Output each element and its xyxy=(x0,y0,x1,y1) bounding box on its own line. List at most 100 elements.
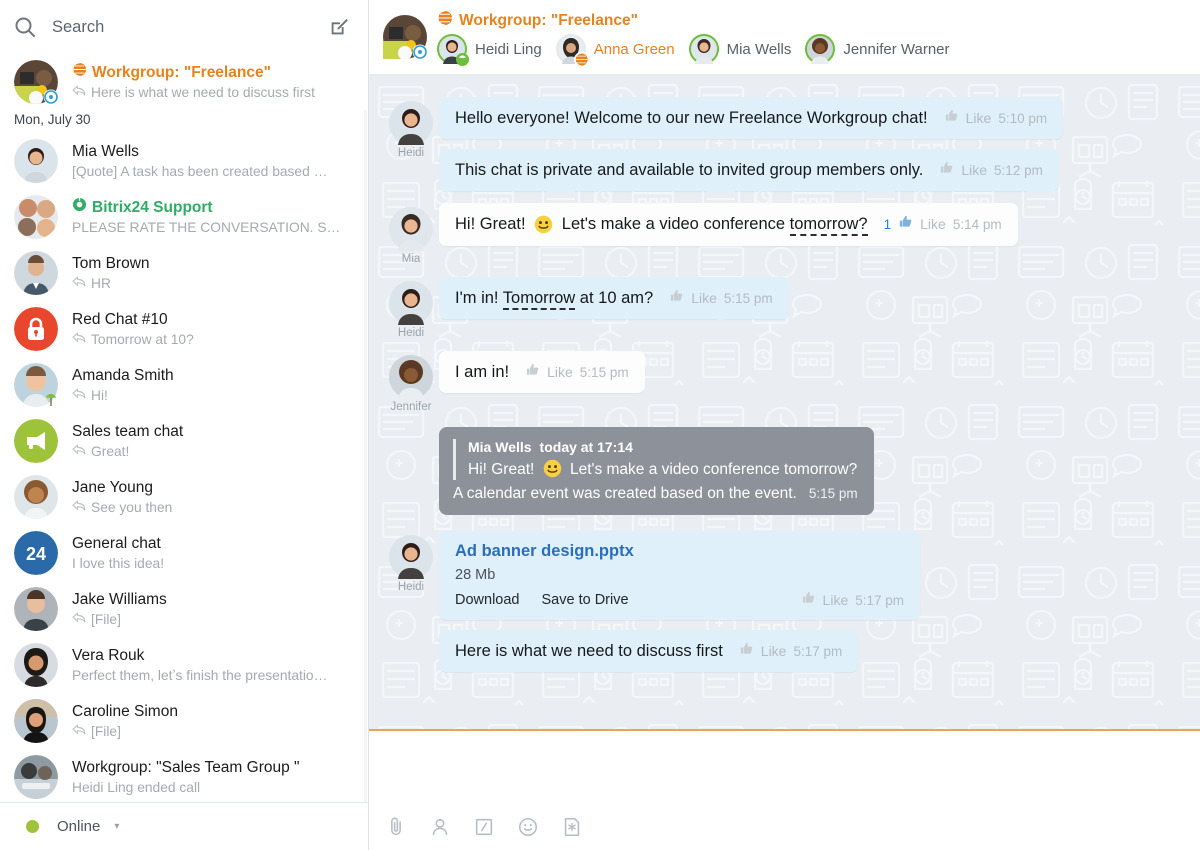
member-heidi-ling[interactable]: Heidi Ling xyxy=(437,34,542,64)
message-author: Jennifer xyxy=(391,401,432,413)
chat-list-item-title: Red Chat #10 xyxy=(72,310,354,330)
file-name-link[interactable]: Ad banner design.pptx xyxy=(455,542,904,561)
chat-list-item-subtitle: I love this idea! xyxy=(72,554,354,573)
like-icon[interactable] xyxy=(898,214,913,234)
message-time: 5:10 pm xyxy=(998,111,1047,126)
message-bubble[interactable]: I am in! Like 5:15 pm xyxy=(439,351,645,393)
avatar[interactable] xyxy=(389,207,433,251)
reply-arrow-icon xyxy=(72,442,86,461)
message-text-link[interactable]: Tomorrow xyxy=(503,289,575,310)
member-mia-wells[interactable]: Mia Wells xyxy=(689,34,792,64)
chat-list-item-subtitle: [File] xyxy=(72,722,354,741)
like-label[interactable]: Like xyxy=(961,162,987,178)
like-icon[interactable] xyxy=(801,590,816,610)
chat-list-item-tom-brown[interactable]: Tom Brown HR xyxy=(0,245,368,301)
mention-person-icon[interactable] xyxy=(427,814,453,840)
save-to-drive-link[interactable]: Save to Drive xyxy=(542,592,629,608)
quote-icon[interactable] xyxy=(471,814,497,840)
message-text: Here is what we need to discuss first xyxy=(455,640,723,662)
like-label[interactable]: Like xyxy=(823,592,849,608)
avatar[interactable] xyxy=(389,535,433,579)
message-composer[interactable] xyxy=(369,731,1200,850)
avatar[interactable] xyxy=(389,101,433,145)
like-label[interactable]: Like xyxy=(691,290,717,306)
avatar[interactable] xyxy=(389,355,433,399)
search-input[interactable]: Search xyxy=(52,18,326,37)
chat-list-item-title: Vera Rouk xyxy=(72,646,354,666)
chat-avatar[interactable] xyxy=(383,15,427,59)
quote-timestamp: today at 17:14 xyxy=(540,439,633,455)
message-bubble[interactable]: Hi! Great! Let's make a video conference… xyxy=(439,203,1018,246)
message-text-link[interactable]: tomorrow? xyxy=(790,215,868,236)
like-label[interactable]: Like xyxy=(920,216,946,232)
smiley-emoji xyxy=(534,214,553,236)
chat-list-item-title: Jake Williams xyxy=(72,590,354,610)
avatar[interactable] xyxy=(389,281,433,325)
status-bar[interactable]: Online ▾ xyxy=(0,802,368,850)
avatar xyxy=(14,587,58,631)
quote-system-block[interactable]: Mia Wellstoday at 17:14 Hi! Great! Let's… xyxy=(439,427,874,515)
chat-list-item-subtitle: HR xyxy=(72,274,354,293)
file-message-bubble[interactable]: Ad banner design.pptx 28 Mb Download Sav… xyxy=(439,531,920,620)
system-text: A calendar event was created based on th… xyxy=(453,485,797,503)
message-scroll[interactable]: Heidi Hello everyone! Welcome to our new… xyxy=(369,75,1200,729)
message-time: 5:14 pm xyxy=(953,217,1002,232)
chat-list-item-red-chat-10[interactable]: Red Chat #10 Tomorrow at 10? xyxy=(0,301,368,357)
message-time: 5:12 pm xyxy=(994,163,1043,178)
sticker-icon[interactable] xyxy=(559,814,585,840)
chat-list[interactable]: Workgroup: "Freelance" Here is what we n… xyxy=(0,54,368,802)
quote-header: Mia Wellstoday at 17:14 xyxy=(468,439,858,455)
sidebar-scrollbar[interactable] xyxy=(364,110,367,802)
chat-list-item-caroline-simon[interactable]: Caroline Simon [File] xyxy=(0,693,368,749)
attach-icon[interactable] xyxy=(383,814,409,840)
avatar xyxy=(689,34,719,64)
member-anna-green[interactable]: Anna Green xyxy=(556,34,675,64)
message-meta: 1 Like 5:14 pm xyxy=(884,214,1002,234)
download-link[interactable]: Download xyxy=(455,592,520,608)
chat-list-item-vera-rouk[interactable]: Vera Rouk Perfect them, letʼs finish the… xyxy=(0,637,368,693)
like-icon[interactable] xyxy=(944,108,959,128)
avatar xyxy=(437,34,467,64)
message-bubble[interactable]: Here is what we need to discuss first Li… xyxy=(439,630,858,672)
message-meta: Like 5:15 pm xyxy=(525,362,628,382)
chevron-down-icon[interactable]: ▾ xyxy=(114,821,119,832)
message-bubble[interactable]: Hello everyone! Welcome to our new Freel… xyxy=(439,97,1063,139)
message-text-part: Hi! Great! xyxy=(455,215,526,233)
avatar xyxy=(14,475,58,519)
message-group-jennifer: Jennifer I am in! Like 5:15 pm xyxy=(369,351,1200,413)
chat-list-item-jake-williams[interactable]: Jake Williams [File] xyxy=(0,581,368,637)
chat-list-item-workgroup-freelance[interactable]: Workgroup: "Freelance" Here is what we n… xyxy=(0,54,368,110)
like-icon[interactable] xyxy=(525,362,540,382)
like-icon[interactable] xyxy=(739,641,754,661)
like-label[interactable]: Like xyxy=(547,364,573,380)
message-bubble[interactable]: This chat is private and available to in… xyxy=(439,149,1059,191)
member-jennifer-warner[interactable]: Jennifer Warner xyxy=(805,34,949,64)
like-label[interactable]: Like xyxy=(761,643,787,659)
compose-icon[interactable] xyxy=(326,14,352,40)
chat-list-item-subtitle: Heidi Ling ended call xyxy=(72,778,354,797)
like-icon[interactable] xyxy=(939,160,954,180)
chat-list-item-subtitle: [Quote] A task has been created based … xyxy=(72,162,354,181)
message-bubble[interactable]: I'm in! Tomorrow at 10 am? Like 5:15 pm xyxy=(439,277,789,319)
search-bar[interactable]: Search xyxy=(0,0,368,54)
chat-list-item-mia-wells[interactable]: Mia Wells [Quote] A task has been create… xyxy=(0,133,368,189)
chat-header: Workgroup: "Freelance" xyxy=(369,0,1200,75)
status-label: Online xyxy=(57,818,100,835)
emoji-icon[interactable] xyxy=(515,814,541,840)
chat-list-item-jane-young[interactable]: Jane Young See you then xyxy=(0,469,368,525)
member-name: Mia Wells xyxy=(727,41,792,58)
chat-list-item-subtitle: PLEASE RATE THE CONVERSATION. S… xyxy=(72,218,354,237)
like-icon[interactable] xyxy=(669,288,684,308)
message-meta: Like 5:17 pm xyxy=(739,641,842,661)
reply-arrow-icon xyxy=(72,610,86,629)
message-group-system-quote: Mia Wellstoday at 17:14 Hi! Great! Let's… xyxy=(369,427,1200,515)
reply-arrow-icon xyxy=(72,330,86,349)
like-label[interactable]: Like xyxy=(966,110,992,126)
chat-list-item-workgroup-sales-team-group[interactable]: Workgroup: "Sales Team Group " Heidi Lin… xyxy=(0,749,368,802)
chat-list-item-bitrix24-support[interactable]: Bitrix24 Support PLEASE RATE THE CONVERS… xyxy=(0,189,368,245)
message-area[interactable]: Heidi Hello everyone! Welcome to our new… xyxy=(369,75,1200,729)
chat-list-item-sales-team-chat[interactable]: Sales team chat Great! xyxy=(0,413,368,469)
chat-list-item-general-chat[interactable]: 24 General chat I love this idea! xyxy=(0,525,368,581)
message-time: 5:17 pm xyxy=(793,644,842,659)
chat-list-item-amanda-smith[interactable]: Amanda Smith Hi! xyxy=(0,357,368,413)
